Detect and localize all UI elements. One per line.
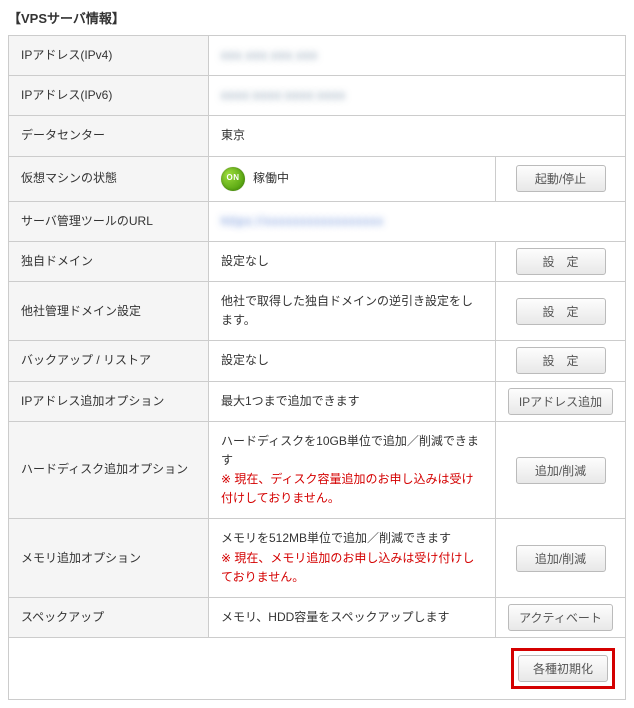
- page-title: 【VPSサーバ情報】: [8, 8, 626, 27]
- vm-status-text: 稼働中: [253, 169, 289, 188]
- footer-cell: 各種初期化: [9, 638, 626, 700]
- on-icon: ON: [221, 167, 245, 191]
- row-otherdomain-value: 他社で取得した独自ドメインの逆引き設定をします。: [209, 281, 496, 340]
- row-vmstatus-value: ON 稼働中: [209, 156, 496, 201]
- row-datacenter-value: 東京: [209, 116, 626, 156]
- mem-add-note: ※ 現在、メモリ追加のお申し込みは受け付けしておりません。: [221, 551, 474, 584]
- mem-add-remove-button[interactable]: 追加/削減: [516, 545, 606, 572]
- row-vmstatus-label: 仮想マシンの状態: [9, 156, 209, 201]
- row-hddadd-value: ハードディスクを10GB単位で追加／削減できます ※ 現在、ディスク容量追加のお…: [209, 421, 496, 519]
- own-domain-config-button[interactable]: 設 定: [516, 248, 606, 275]
- row-hddadd-label: ハードディスク追加オプション: [9, 421, 209, 519]
- row-specup-value: メモリ、HDD容量をスペックアップします: [209, 598, 496, 638]
- row-memadd-label: メモリ追加オプション: [9, 519, 209, 598]
- backup-config-button[interactable]: 設 定: [516, 347, 606, 374]
- row-ipv4-label: IPアドレス(IPv4): [9, 36, 209, 76]
- row-ipv6-value: xxxx:xxxx:xxxx:xxxx: [209, 76, 626, 116]
- row-backup-value: 設定なし: [209, 341, 496, 381]
- activate-button[interactable]: アクティベート: [508, 604, 613, 631]
- hdd-add-remove-button[interactable]: 追加/削減: [516, 457, 606, 484]
- row-specup-label: スペックアップ: [9, 598, 209, 638]
- initialize-button[interactable]: 各種初期化: [518, 655, 608, 682]
- hdd-add-note: ※ 現在、ディスク容量追加のお申し込みは受け付けしておりません。: [221, 472, 474, 505]
- row-ipadd-value: 最大1つまで追加できます: [209, 381, 496, 421]
- row-backup-label: バックアップ / リストア: [9, 341, 209, 381]
- row-ipv4-value: xxx.xxx.xxx.xxx: [209, 36, 626, 76]
- row-ipv6-label: IPアドレス(IPv6): [9, 76, 209, 116]
- vps-info-table: IPアドレス(IPv4) xxx.xxx.xxx.xxx IPアドレス(IPv6…: [8, 35, 626, 700]
- row-mgmturl-label: サーバ管理ツールのURL: [9, 201, 209, 241]
- ip-add-button[interactable]: IPアドレス追加: [508, 388, 613, 415]
- row-otherdomain-label: 他社管理ドメイン設定: [9, 281, 209, 340]
- row-owndomain-value: 設定なし: [209, 241, 496, 281]
- row-mgmturl-value: https://xxxxxxxxxxxxxxxxx: [209, 201, 626, 241]
- highlight-box: 各種初期化: [511, 648, 615, 689]
- start-stop-button[interactable]: 起動/停止: [516, 165, 606, 192]
- row-datacenter-label: データセンター: [9, 116, 209, 156]
- row-ipadd-label: IPアドレス追加オプション: [9, 381, 209, 421]
- other-domain-config-button[interactable]: 設 定: [516, 298, 606, 325]
- row-memadd-value: メモリを512MB単位で追加／削減できます ※ 現在、メモリ追加のお申し込みは受…: [209, 519, 496, 598]
- row-owndomain-label: 独自ドメイン: [9, 241, 209, 281]
